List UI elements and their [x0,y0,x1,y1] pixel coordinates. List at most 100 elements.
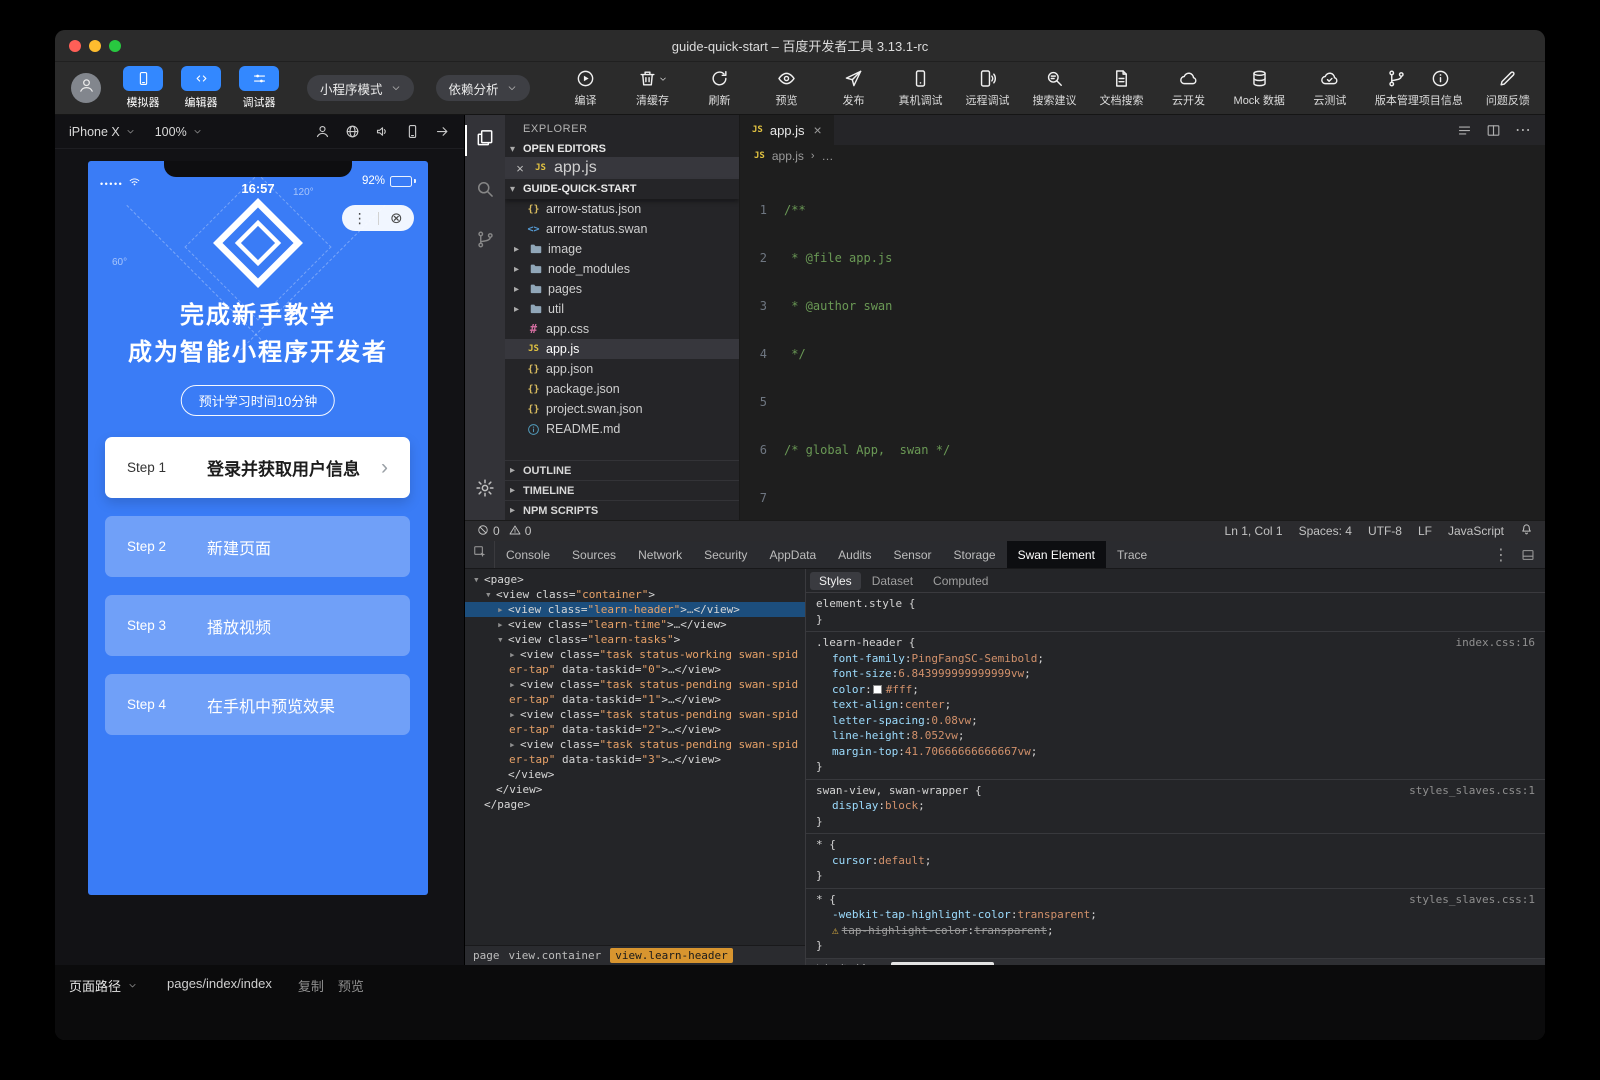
open-editor-item[interactable]: × JSapp.js [505,157,739,179]
dom-node[interactable]: ▸<view class="task status-working swan-s… [465,647,805,677]
zoom-select[interactable]: 100% [155,125,202,139]
editor-breadcrumb[interactable]: JS app.js › … [740,145,1545,167]
capsule-more-icon[interactable]: ⋮ [342,210,378,227]
simulator-mode-button[interactable]: 模拟器 [117,66,169,110]
dom-node[interactable]: ▸<view class="learn-time">…</view> [465,617,805,632]
color-swatch[interactable] [873,685,882,694]
globe-icon[interactable] [345,124,360,139]
toolbar-dropdown[interactable]: 依赖分析 [436,75,530,101]
maximize-window-button[interactable] [109,40,121,52]
styles-tab-computed[interactable]: Computed [924,572,997,590]
file-item[interactable]: {}app.json [505,359,739,379]
css-property[interactable]: font-size:6.843999999999999vw; [816,666,1535,682]
real-device-button[interactable]: 真机调试 [899,69,943,108]
dom-breadcrumb-item[interactable]: page [473,949,500,962]
miniprogram-capsule[interactable]: ⋮ ⊗ [342,205,414,231]
stylesheet-link[interactable]: styles_slaves.css:1 [1409,892,1535,908]
file-item[interactable]: README.md [505,419,739,439]
preview-button[interactable]: 预览 [765,69,809,108]
file-item[interactable]: ▸ util [505,299,739,319]
devtools-tab-storage[interactable]: Storage [943,541,1007,568]
problems-indicator[interactable]: 0 0 [477,524,531,539]
devtools-more-icon[interactable]: ⋮ [1493,545,1509,565]
stylesheet-link[interactable]: styles_slaves.css:1 [1409,783,1535,799]
feedback-button[interactable]: 问题反馈 [1486,69,1530,108]
status-item[interactable]: Spaces: 4 [1299,524,1352,538]
devtools-tab-security[interactable]: Security [693,541,758,568]
close-tab-icon[interactable]: × [814,122,822,138]
inspect-element-button[interactable] [465,541,495,568]
devtools-tab-appdata[interactable]: AppData [758,541,827,568]
user-icon[interactable] [315,124,330,139]
forward-icon[interactable] [435,124,450,139]
explorer-section-outline[interactable]: ▸ OUTLINE [505,460,739,480]
explorer-section-npm-scripts[interactable]: ▸ NPM SCRIPTS [505,500,739,520]
css-property[interactable]: text-align:center; [816,697,1535,713]
dom-breadcrumb-item[interactable]: view.learn-header [610,948,733,963]
speaker-icon[interactable] [375,124,390,139]
step-card-4[interactable]: Step 4 在手机中预览效果 [105,674,410,735]
dom-node[interactable]: </page> [465,797,805,812]
search-suggest-button[interactable]: 搜索建议 [1033,69,1077,108]
project-root-header[interactable]: ▾GUIDE-QUICK-START [505,179,739,199]
css-property[interactable]: -webkit-tap-highlight-color:transparent; [816,907,1535,923]
settings-button[interactable] [465,473,505,508]
open-editors-header[interactable]: ▾OPEN EDITORS [505,141,739,157]
file-item[interactable]: #app.css [505,319,739,339]
version-button[interactable]: 版本管理 [1375,69,1419,108]
file-item[interactable]: {}package.json [505,379,739,399]
file-item[interactable]: ▸ image [505,239,739,259]
cloud-dev-button[interactable]: 云开发 [1167,69,1211,108]
mock-data-button[interactable]: Mock 数据 [1234,69,1285,108]
device-icon[interactable] [405,124,420,139]
dom-node[interactable]: ▾<view class="learn-tasks"> [465,632,805,647]
status-item[interactable]: JavaScript [1448,524,1504,538]
capsule-close-icon[interactable]: ⊗ [379,209,415,227]
editor-tab-appjs[interactable]: JS app.js × [740,115,834,145]
dom-node[interactable]: </view> [465,767,805,782]
styles-tab-dataset[interactable]: Dataset [863,572,922,590]
remote-debug-button[interactable]: 远程调试 [966,69,1010,108]
dom-node[interactable]: ▸<view class="learn-header">…</view> [465,602,805,617]
dom-breadcrumb-item[interactable]: view.container [509,949,602,962]
step-card-3[interactable]: Step 3 播放视频 [105,595,410,656]
dom-node[interactable]: ▾<view class="container"> [465,587,805,602]
devtools-tab-sensor[interactable]: Sensor [883,541,943,568]
code-area[interactable]: 1/** 2 * @file app.js 3 * @author swan 4… [740,167,1545,520]
preview-path-button[interactable]: 预览 [338,976,364,995]
bell-icon[interactable] [1520,523,1533,539]
css-property[interactable]: letter-spacing:0.08vw; [816,713,1535,729]
status-item[interactable]: UTF-8 [1368,524,1402,538]
open-editors-list-icon[interactable] [1457,123,1472,138]
more-actions-icon[interactable]: ⋯ [1515,120,1531,140]
search-activity-button[interactable] [465,174,505,209]
device-select[interactable]: iPhone X [69,125,135,139]
compile-button[interactable]: 编译 [564,69,608,108]
status-item[interactable]: LF [1418,524,1432,538]
stylesheet-link[interactable]: index.css:16 [1456,635,1535,651]
user-avatar[interactable] [71,73,101,103]
editor-mode-button[interactable]: 编辑器 [175,66,227,110]
devtools-tab-network[interactable]: Network [627,541,693,568]
refresh-button[interactable]: 刷新 [698,69,742,108]
devtools-tab-audits[interactable]: Audits [827,541,882,568]
page-path-dropdown[interactable]: 页面路径 [69,976,137,995]
devtools-tab-sources[interactable]: Sources [561,541,627,568]
file-item[interactable]: <>arrow-status.swan [505,219,739,239]
css-property[interactable]: ⚠tap-highlight-color:transparent; [816,923,1535,939]
devtools-tab-swan-element[interactable]: Swan Element [1007,541,1106,568]
file-item[interactable]: ▸ node_modules [505,259,739,279]
css-property[interactable]: margin-top:41.70666666666667vw; [816,744,1535,760]
devtools-tab-trace[interactable]: Trace [1106,541,1158,568]
split-editor-icon[interactable] [1486,123,1501,138]
css-property[interactable]: line-height:8.052vw; [816,728,1535,744]
source-control-activity-button[interactable] [465,225,505,259]
css-property[interactable]: cursor:default; [816,853,1535,869]
css-property[interactable]: display:block; [816,798,1535,814]
publish-button[interactable]: 发布 [832,69,876,108]
step-card-1[interactable]: Step 1 登录并获取用户信息 › [105,437,410,498]
status-item[interactable]: Ln 1, Col 1 [1225,524,1283,538]
dom-node[interactable]: </view> [465,782,805,797]
file-item[interactable]: {}arrow-status.json [505,199,739,219]
cloud-test-button[interactable]: 云测试 [1308,69,1352,108]
